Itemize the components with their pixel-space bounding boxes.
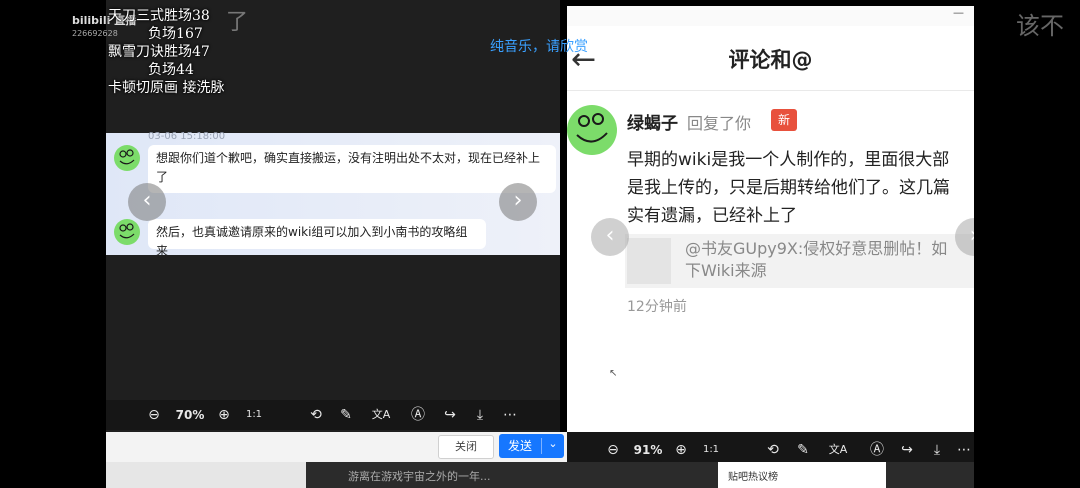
zoom-in-icon[interactable]: ⊕ [671, 435, 691, 465]
zoom-out-icon[interactable]: ⊖ [144, 400, 164, 430]
new-badge: 新 [771, 109, 797, 131]
reply-action-text: 回复了你 [687, 114, 752, 133]
hot-topic-label: 贴吧热议榜 [728, 472, 778, 483]
close-button[interactable]: 关闭 [438, 435, 494, 459]
chat-input-bar: 关闭 发送 ⌄ [106, 432, 567, 462]
chat-screenshot: 03-06 15:18:00 想跟你们道个歉吧，确实直接搬运，没有注明出处不太对… [106, 131, 560, 258]
share-icon[interactable]: ↪ [440, 400, 460, 430]
reply-text: 早期的wiki是我一个人制作的，里面很大部 是我上传的，只是后期转给他们了。这几… [627, 146, 974, 230]
zoom-in-icon[interactable]: ⊕ [214, 400, 234, 430]
message-text-2: 然后，也真诚邀请原来的wiki组可以加入到小南书的攻略组来 [156, 225, 468, 258]
message-bubble-1: 想跟你们道个歉吧，确实直接搬运，没有注明出处不太对，现在已经补上了 [148, 145, 556, 193]
next-image-button[interactable]: › [499, 183, 537, 221]
ticker-text: 游离在游戏宇宙之外的一年... [348, 470, 491, 483]
zoom-out-icon[interactable]: ⊖ [603, 435, 623, 465]
reply-line: 早期的wiki是我一个人制作的，里面很大部 [627, 150, 950, 170]
rotate-icon[interactable]: ⟲ [306, 400, 326, 430]
message-bubble-2: 然后，也真诚邀请原来的wiki组可以加入到小南书的攻略组来 [148, 219, 486, 258]
quoted-line: @书友GUpy9X:侵权好意思删帖！如 [685, 239, 948, 258]
ocr-icon[interactable]: Ⓐ [867, 435, 887, 465]
stats-caption: 天刀三式胜场38 负场167 飘雪刀诀胜场47 负场44 卡顿切原画 接洗脉 [108, 7, 224, 97]
zoom-level: 70% [175, 408, 205, 422]
prev-image-button[interactable]: ‹ [128, 183, 166, 221]
download-icon[interactable]: ⤓ [927, 435, 947, 465]
download-icon[interactable]: ⤓ [470, 400, 490, 430]
commenter-avatar[interactable] [567, 105, 617, 155]
stats-line: 卡顿切原画 接洗脉 [108, 80, 225, 96]
translate-icon[interactable]: 文A [368, 400, 394, 430]
edit-icon[interactable]: ✎ [336, 400, 356, 430]
ocr-icon[interactable]: Ⓐ [408, 400, 428, 430]
right-image-viewer: — ← 评论和@ 绿蝎子 回复了你 新 早期的wiki是我一个人制作的，里面很大… [567, 6, 974, 488]
page-title: 评论和@ [728, 48, 813, 72]
rotate-icon[interactable]: ⟲ [763, 435, 783, 465]
image-toolbar: ⊖ 70% ⊕ 1:1 ⟲ ✎ 文A Ⓐ ↪ ⤓ ⋯ [106, 400, 560, 430]
quoted-line: 下Wiki来源 [685, 261, 767, 280]
divider [567, 90, 974, 91]
more-icon[interactable]: ⋯ [955, 435, 973, 465]
actual-size-button[interactable]: 1:1 [244, 400, 264, 430]
share-icon[interactable]: ↪ [897, 435, 917, 465]
background-panel [106, 462, 306, 488]
send-button[interactable]: 发送 [499, 434, 541, 458]
window-titlebar: — [567, 6, 974, 26]
reply-line: 是我上传的，只是后期转给他们了。这几篇 [627, 178, 950, 198]
background-page-strip: 游离在游戏宇宙之外的一年... 贴吧热议榜 [106, 462, 974, 488]
frog-avatar [114, 219, 140, 245]
mouse-cursor-icon: ↖ [609, 368, 618, 379]
quoted-thumbnail [627, 238, 671, 284]
message-timestamp: 03-06 15:18:00 [148, 131, 226, 142]
quoted-post[interactable]: @书友GUpy9X:侵权好意思删帖！如 下Wiki来源 [625, 234, 974, 288]
translate-icon[interactable]: 文A [825, 435, 851, 465]
more-icon[interactable]: ⋯ [500, 400, 520, 430]
time-ago: 12分钟前 [627, 299, 687, 315]
stats-line: 负场44 [108, 62, 194, 78]
edit-icon[interactable]: ✎ [793, 435, 813, 465]
background-mark: 了 [226, 10, 249, 35]
send-button-group: 发送 ⌄ [499, 434, 564, 458]
frog-avatar [114, 145, 140, 171]
stats-line: 天刀三式胜场38 [108, 8, 210, 24]
message-text-1: 想跟你们道个歉吧，确实直接搬运，没有注明出处不太对，现在已经补上了 [156, 151, 541, 184]
stats-line: 飘雪刀诀胜场47 [108, 44, 210, 60]
minimize-icon[interactable]: — [953, 6, 964, 19]
zoom-level: 91% [633, 443, 663, 457]
background-mark-right: 该不 [1016, 12, 1064, 40]
hot-topic-panel: 贴吧热议榜 [718, 462, 886, 488]
quoted-text: @书友GUpy9X:侵权好意思删帖！如 下Wiki来源 [685, 238, 974, 282]
reply-line: 实有遗漏，已经补上了 [627, 206, 797, 226]
actual-size-button[interactable]: 1:1 [701, 435, 721, 465]
stats-line: 负场167 [108, 26, 203, 42]
prev-image-button[interactable]: ‹ [591, 218, 629, 256]
commenter-name[interactable]: 绿蝎子 [627, 109, 678, 134]
music-caption: 纯音乐，请欣赏 [490, 39, 588, 55]
send-options-chevron-icon[interactable]: ⌄ [542, 434, 564, 458]
